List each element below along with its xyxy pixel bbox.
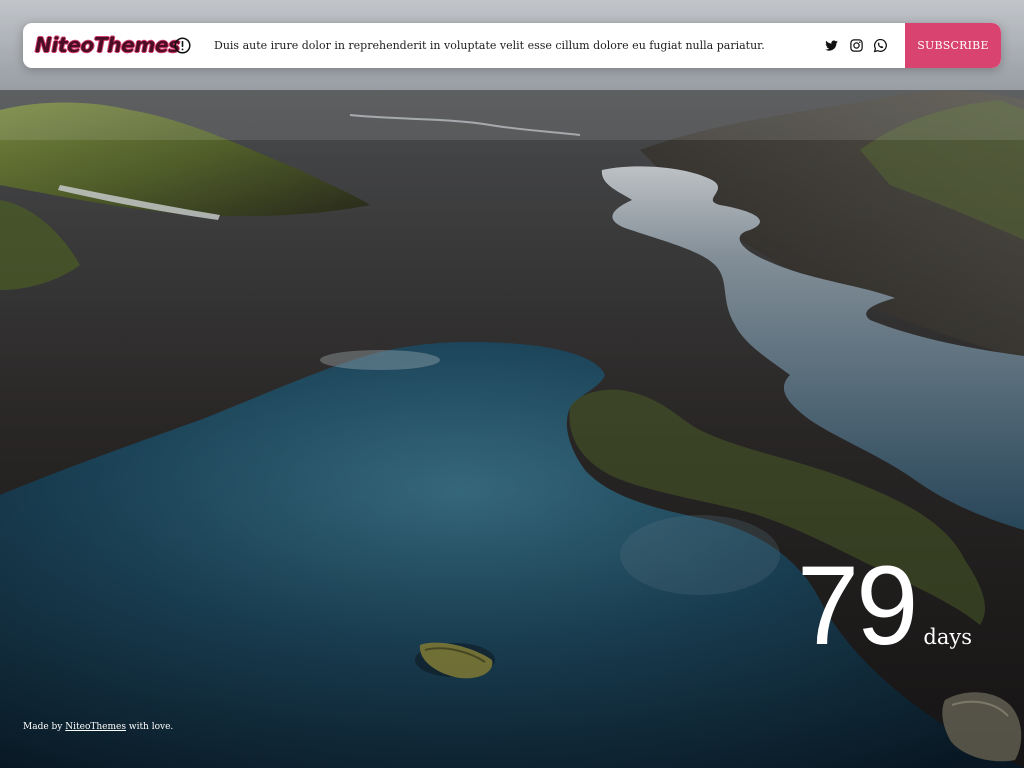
footer-link-niteothemes[interactable]: NiteoThemes (65, 722, 126, 732)
top-bar: NiteoThemes Duis aute irure dolor in rep… (23, 23, 1001, 68)
whatsapp-icon[interactable] (873, 38, 888, 53)
instagram-icon[interactable] (849, 38, 864, 53)
subscribe-button[interactable]: SUBSCRIBE (905, 23, 1001, 68)
announcement-text: Duis aute irure dolor in reprehenderit i… (214, 39, 765, 52)
logo[interactable]: NiteoThemes (35, 31, 180, 59)
footer-credit: Made by NiteoThemes with love. (23, 722, 173, 732)
twitter-icon[interactable] (824, 38, 839, 53)
exclamation-circle-icon[interactable] (174, 37, 191, 54)
landing-page: NiteoThemes Duis aute irure dolor in rep… (0, 0, 1024, 768)
footer-prefix: Made by (23, 722, 63, 732)
countdown-value: 79 (796, 543, 919, 668)
countdown-unit: days (923, 625, 972, 649)
countdown: 79 days (797, 550, 972, 662)
footer-suffix: with love. (128, 722, 174, 732)
